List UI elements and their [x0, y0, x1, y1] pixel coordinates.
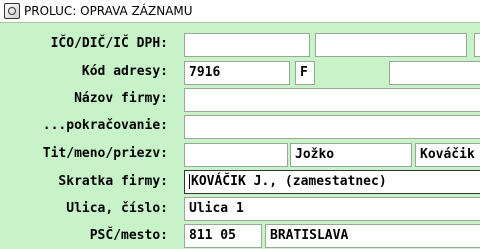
- ico-label: IČO/DIČ/IČ DPH:: [50, 36, 168, 51]
- kod-flag-field[interactable]: F: [295, 61, 315, 85]
- nazov-firmy-label: Názov firmy:: [74, 91, 168, 106]
- text-caret: [189, 174, 190, 189]
- kod-adresy-label: Kód adresy:: [81, 64, 168, 79]
- nazov-firmy-field[interactable]: [184, 88, 480, 112]
- psc-field[interactable]: 811 05: [184, 224, 262, 248]
- titul-field[interactable]: [184, 143, 288, 167]
- skratka-firmy-field[interactable]: KOVÁČIK J., (zamestatnec): [184, 170, 480, 194]
- skratka-firmy-value: KOVÁČIK J., (zamestatnec): [191, 174, 387, 189]
- icdph-field[interactable]: [474, 33, 480, 57]
- mesto-field[interactable]: BRATISLAVA: [265, 224, 480, 248]
- kod-extra-field[interactable]: [389, 61, 480, 85]
- dic-field[interactable]: [315, 33, 467, 57]
- meno-field[interactable]: Jožko: [290, 143, 412, 167]
- tit-meno-priezv-label: Tit/meno/priezv:: [42, 146, 168, 161]
- ulica-cislo-field[interactable]: Ulica 1: [184, 197, 480, 221]
- priezvisko-field[interactable]: Kováčik: [415, 143, 480, 167]
- window-title: PROLUC: OPRAVA ZÁZNAMU: [24, 4, 193, 18]
- ico-field[interactable]: [184, 33, 310, 57]
- ulica-cislo-label: Ulica, číslo:: [66, 201, 168, 216]
- skratka-firmy-label: Skratka firmy:: [58, 174, 168, 189]
- kod-adresy-field[interactable]: 7916: [184, 61, 290, 85]
- psc-mesto-label: PSČ/mesto:: [89, 228, 168, 243]
- pokracovanie-field[interactable]: [184, 115, 480, 139]
- pokracovanie-label: ...pokračovanie:: [42, 118, 168, 133]
- title-bar: PROLUC: OPRAVA ZÁZNAMU: [0, 0, 480, 23]
- app-icon[interactable]: [4, 3, 20, 19]
